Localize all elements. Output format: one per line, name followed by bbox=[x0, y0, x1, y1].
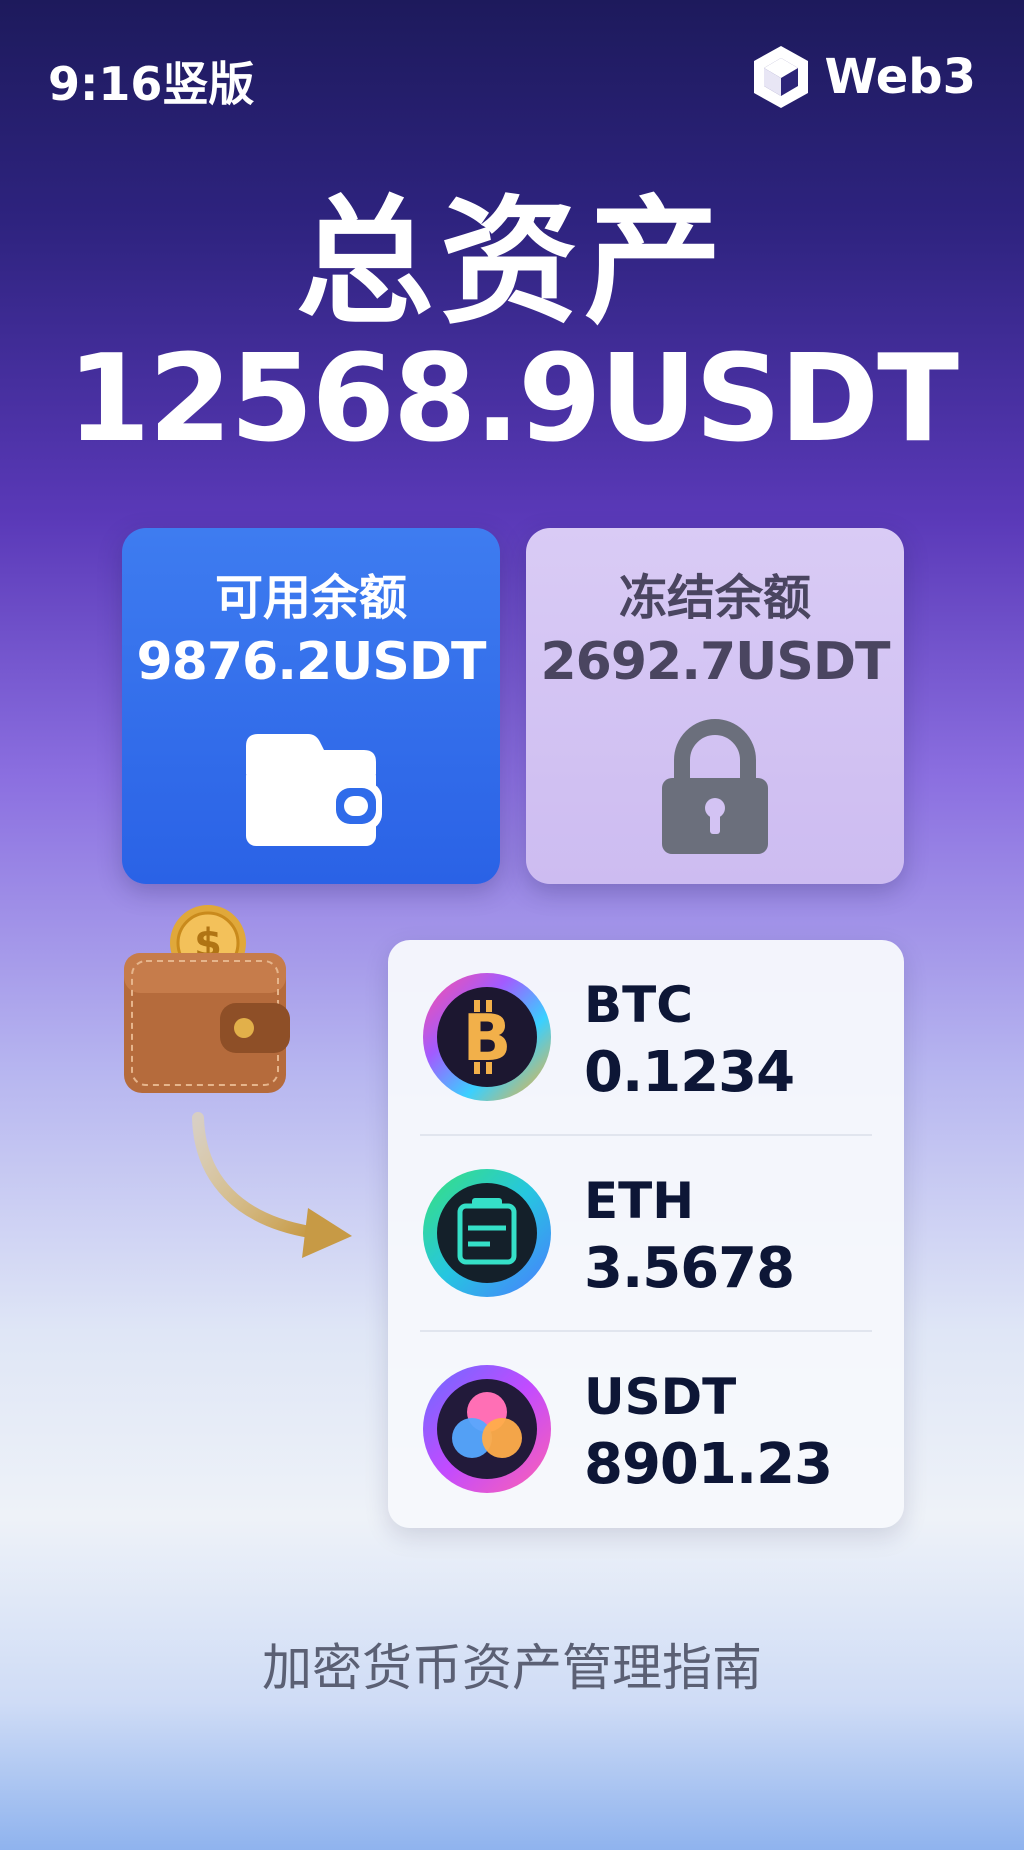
coin-amount: 3.5678 bbox=[584, 1236, 795, 1301]
eth-icon bbox=[423, 1169, 551, 1297]
aspect-label: 9:16竖版 bbox=[48, 57, 255, 111]
coin-row-eth[interactable]: ETH 3.5678 bbox=[388, 1136, 904, 1332]
coin-amount: 8901.23 bbox=[584, 1432, 833, 1497]
brand-name: Web3 bbox=[824, 49, 976, 105]
footer-caption: 加密货币资产管理指南 bbox=[262, 1639, 762, 1697]
frozen-balance-label: 冻结余额 bbox=[618, 570, 811, 626]
coin-amount: 0.1234 bbox=[584, 1040, 795, 1105]
coin-name: ETH bbox=[584, 1172, 695, 1230]
frozen-balance-value: 2692.7USDT bbox=[540, 632, 891, 692]
total-assets-value: 12568.9USDT bbox=[67, 330, 959, 469]
coin-list: B BTC 0.1234 ETH 3.5678 USDT 8901.23 bbox=[388, 940, 904, 1528]
wallet-with-coin-icon: $ bbox=[124, 905, 290, 1093]
bitcoin-icon: B bbox=[423, 973, 551, 1101]
frozen-balance-card[interactable]: 冻结余额 2692.7USDT bbox=[526, 528, 904, 884]
curved-arrow-icon bbox=[192, 1112, 352, 1258]
coin-name: USDT bbox=[584, 1368, 737, 1426]
available-balance-label: 可用余额 bbox=[214, 570, 407, 626]
coin-row-btc[interactable]: B BTC 0.1234 bbox=[388, 940, 904, 1136]
available-balance-card[interactable]: 可用余额 9876.2USDT bbox=[122, 528, 500, 884]
brand-logo: Web3 bbox=[752, 44, 976, 110]
web3-cube-icon bbox=[754, 46, 809, 108]
page-title: 总资产 bbox=[295, 182, 728, 343]
lock-icon bbox=[662, 719, 768, 854]
usdt-icon bbox=[423, 1365, 551, 1493]
wallet-icon bbox=[246, 734, 382, 846]
coin-row-usdt[interactable]: USDT 8901.23 bbox=[388, 1332, 904, 1528]
coin-name: BTC bbox=[584, 976, 693, 1034]
available-balance-value: 9876.2USDT bbox=[136, 632, 487, 692]
